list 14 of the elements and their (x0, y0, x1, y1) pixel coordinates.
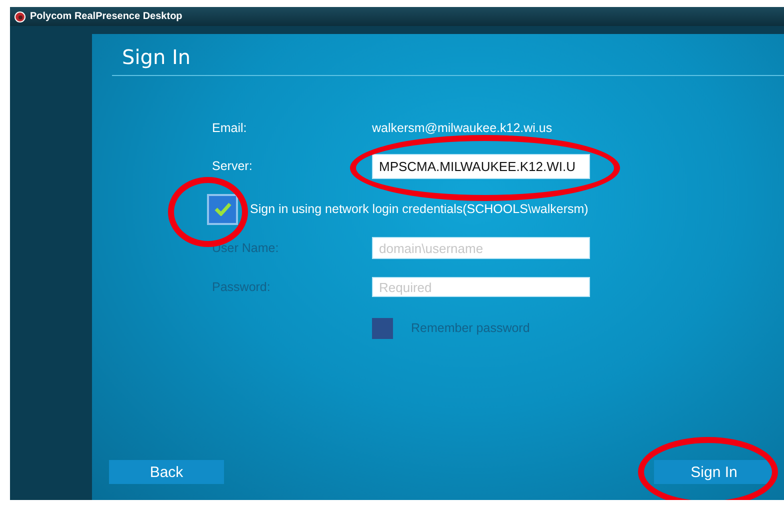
sign-in-button[interactable]: Sign In (654, 460, 774, 484)
server-label: Server: (212, 159, 252, 173)
check-icon (214, 202, 232, 216)
password-label: Password: (212, 280, 270, 294)
window-title: Polycom RealPresence Desktop (30, 11, 182, 22)
page-heading: Sign In (122, 45, 192, 71)
remember-password-label: Remember password (411, 321, 530, 335)
email-value: walkersm@milwaukee.k12.wi.us (372, 121, 552, 135)
email-label: Email: (212, 121, 247, 135)
logo-icon (14, 10, 26, 22)
network-login-checkbox[interactable] (207, 194, 238, 224)
network-login-label: Sign in using network login credentials(SCHOOLS\walkersm) (250, 202, 588, 216)
server-field[interactable]: MPSCMA.MILWAUKEE.K12.WI.U (372, 154, 590, 178)
back-button[interactable]: Back (109, 460, 224, 484)
